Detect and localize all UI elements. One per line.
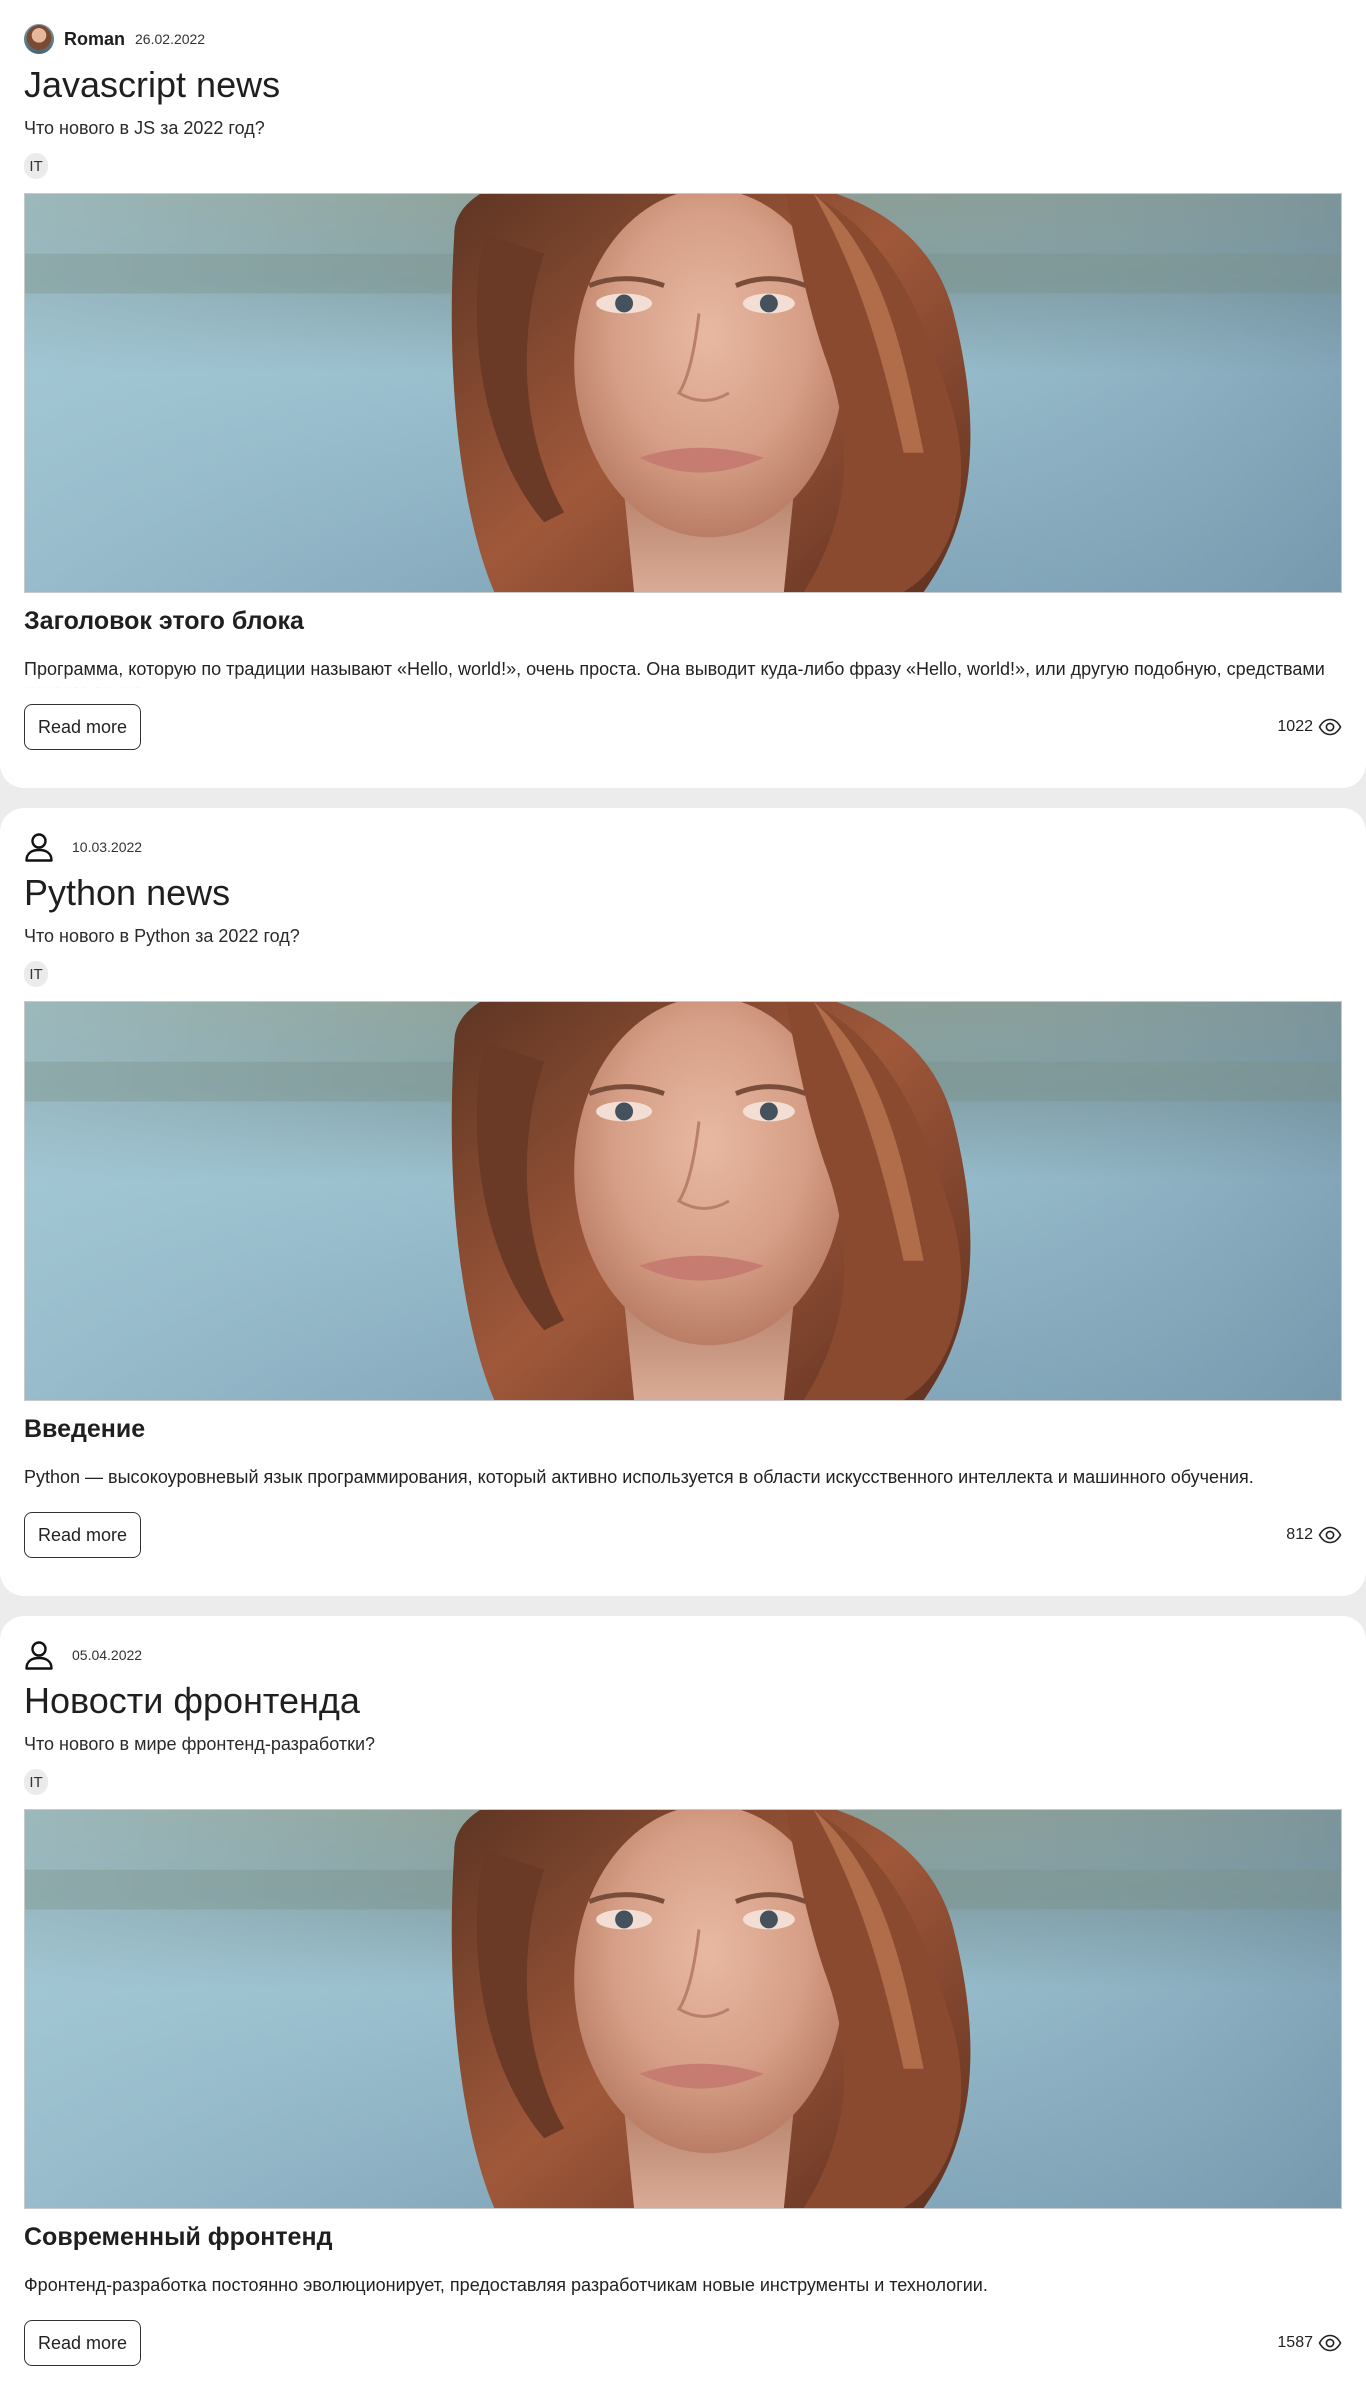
post-title: Новости фронтенда [24,1680,360,1721]
read-more-button[interactable]: Read more [24,1512,142,1558]
block-title: Введение [24,1415,146,1443]
block-text: Фронтенд-разработка постоянно эволюциони… [24,2275,988,2295]
post-meta: 05.04.2022 [24,1640,1342,1670]
post-date: 10.03.2022 [72,839,143,855]
post-card: Roman 26.02.2022 Javascript news Что нов… [0,0,1366,788]
post-meta: 10.03.2022 [24,832,1342,862]
post-feed: Roman 26.02.2022 Javascript news Что нов… [0,0,1366,2404]
views-counter: 812 [1286,1523,1342,1547]
post-subtitle: Что нового в Python за 2022 год? [24,926,300,946]
post-footer: Read more 1587 [24,2320,1342,2366]
block-text: Python — высокоуровневый язык программир… [24,1467,1254,1487]
post-image [24,193,1342,593]
post-subtitle: Что нового в мире фронтенд-разработки? [24,1734,376,1754]
post-card: 10.03.2022 Python news Что нового в Pyth… [0,808,1366,1596]
user-icon[interactable] [24,832,54,862]
post-title: Javascript news [24,64,281,105]
views-counter: 1022 [1277,715,1342,739]
views-count: 812 [1286,1526,1313,1543]
post-title: Python news [24,872,231,913]
post-image [24,1001,1342,1401]
read-more-button[interactable]: Read more [24,704,142,750]
tag-badge[interactable]: IT [24,153,48,179]
tag-badge[interactable]: IT [24,1769,48,1795]
author-name[interactable]: Roman [64,29,125,50]
post-subtitle: Что нового в JS за 2022 год? [24,118,265,138]
avatar[interactable] [24,24,54,54]
post-footer: Read more 812 [24,1512,1342,1558]
read-more-button[interactable]: Read more [24,2320,142,2366]
post-card: 05.04.2022 Новости фронтенда Что нового … [0,1616,1366,2404]
post-footer: Read more 1022 [24,704,1342,750]
eye-icon [1318,1526,1342,1544]
post-date: 05.04.2022 [72,1647,143,1663]
post-date: 26.02.2022 [135,31,206,47]
user-icon[interactable] [24,1640,54,1670]
eye-icon [1318,2334,1342,2352]
block-title: Современный фронтенд [24,2223,333,2251]
block-title: Заголовок этого блока [24,607,304,635]
post-meta: Roman 26.02.2022 [24,24,1342,54]
eye-icon [1318,718,1342,736]
block-text: Программа, которую по традиции называют … [24,658,1342,688]
views-count: 1587 [1277,2334,1313,2351]
tag-badge[interactable]: IT [24,961,48,987]
views-counter: 1587 [1277,2331,1342,2355]
post-image [24,1809,1342,2209]
views-count: 1022 [1277,718,1313,735]
